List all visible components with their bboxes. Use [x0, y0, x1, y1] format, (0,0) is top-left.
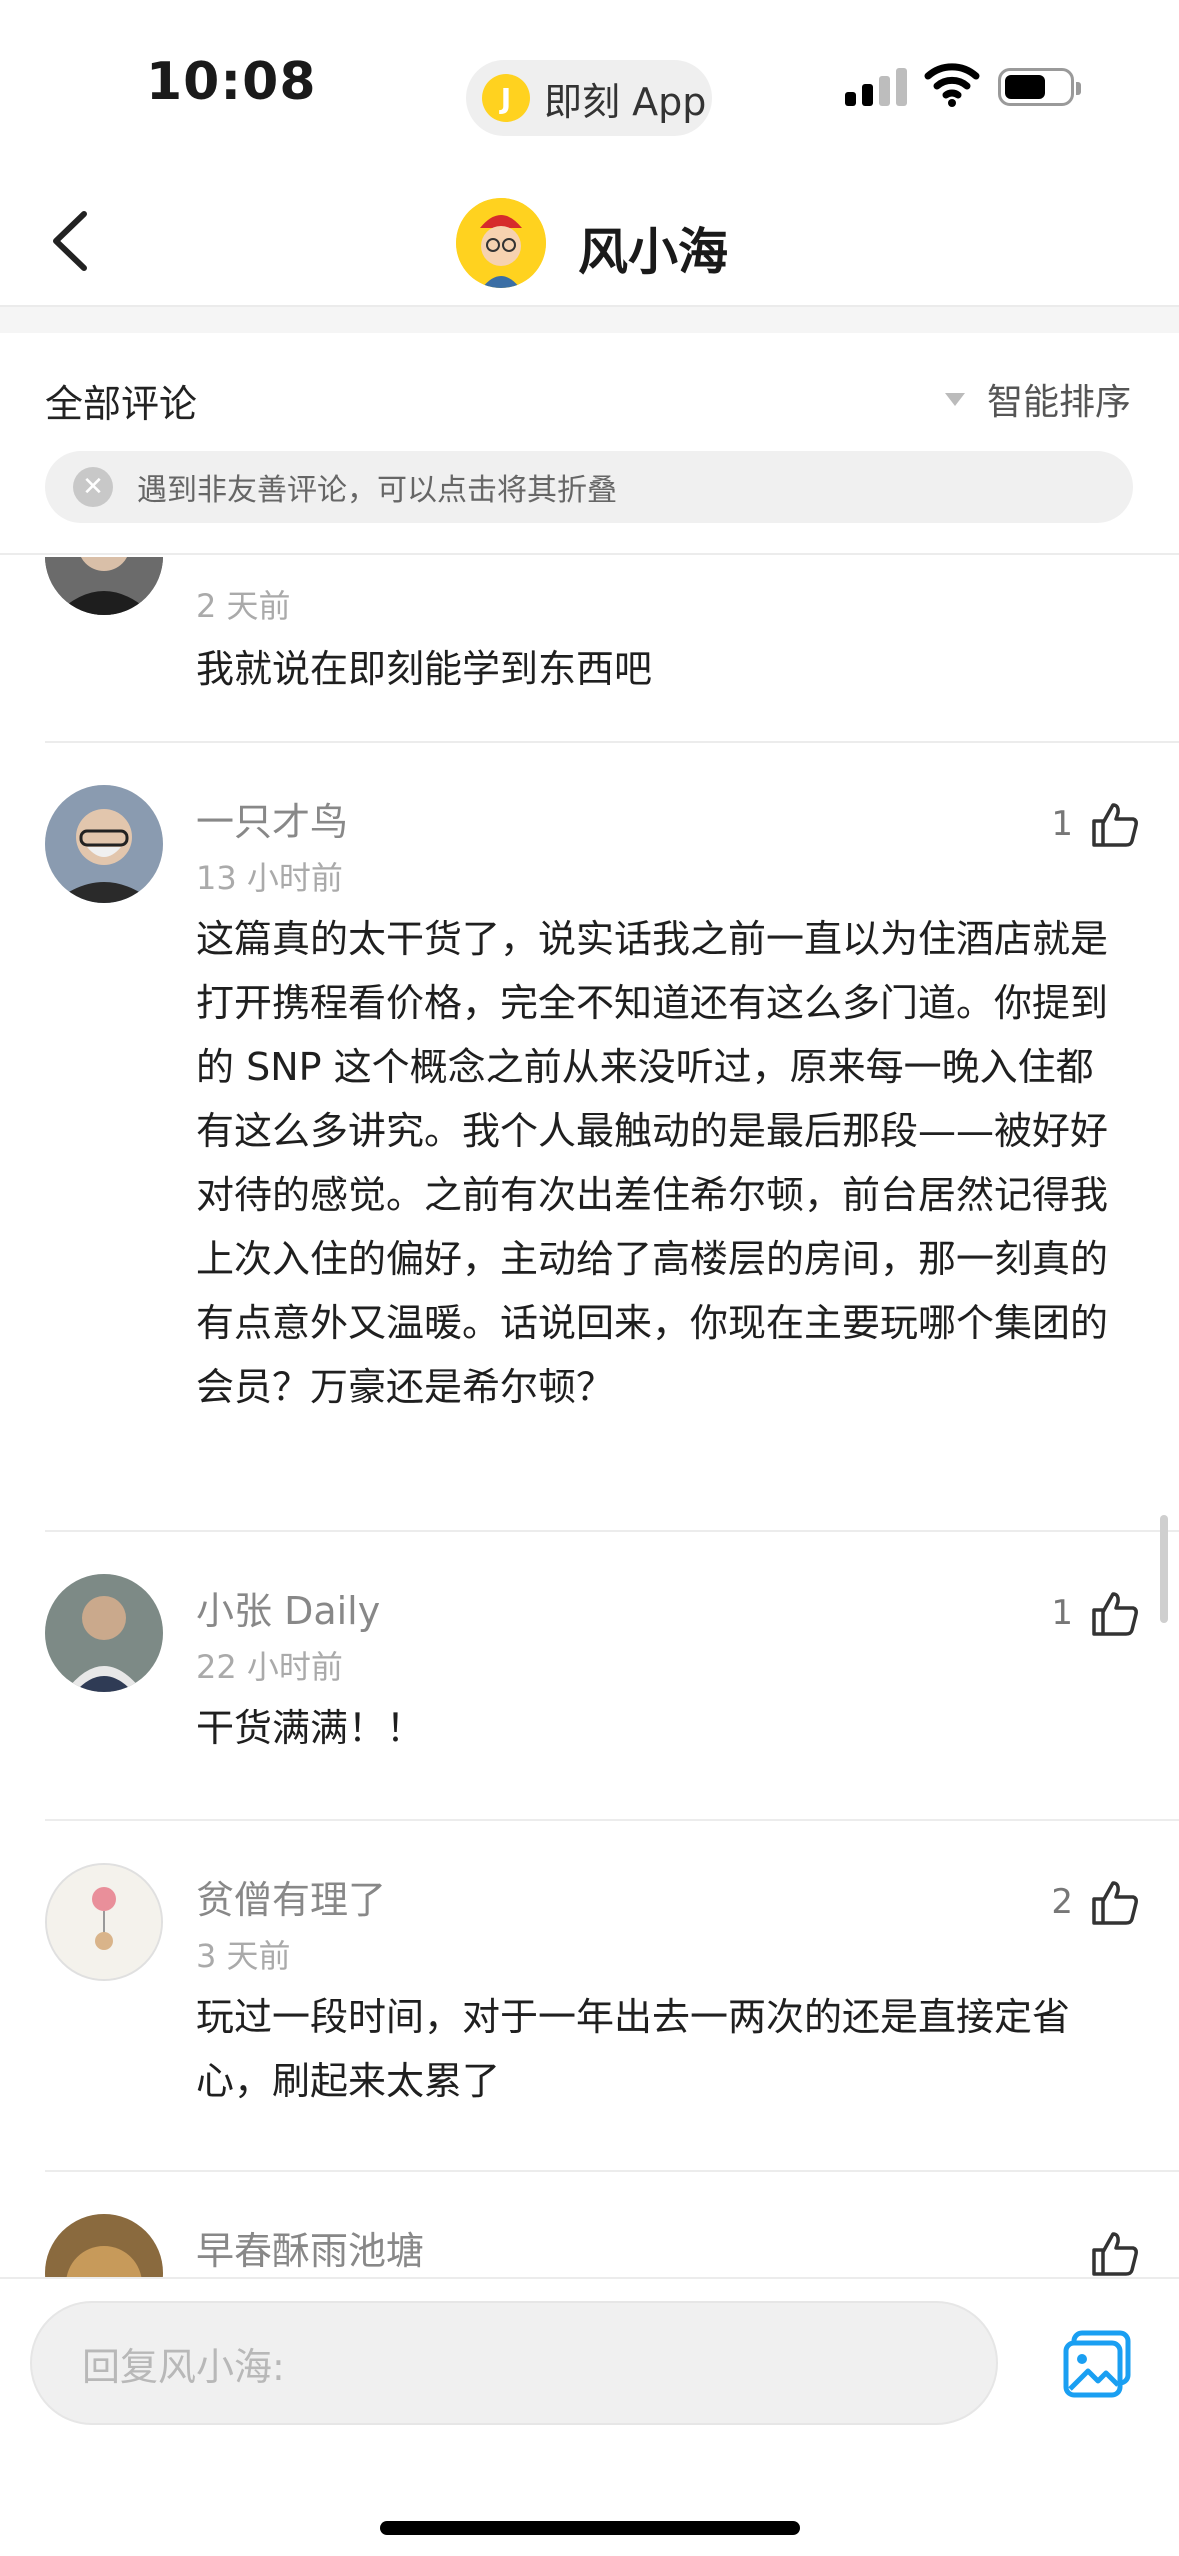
- cellular-signal-icon: [845, 66, 907, 106]
- like-button[interactable]: [1091, 2230, 1139, 2276]
- sort-caret-icon: [944, 392, 965, 406]
- fold-tip-bar[interactable]: ✕ 遇到非友善评论，可以点击将其折叠: [45, 451, 1133, 523]
- commenter-avatar[interactable]: [45, 557, 163, 615]
- like-button[interactable]: 1: [1051, 801, 1139, 847]
- close-circle-icon[interactable]: ✕: [73, 467, 113, 507]
- comment-text[interactable]: 这篇真的太干货了，说实话我之前一直以为住酒店就是打开携程看价格，完全不知道还有这…: [196, 907, 1118, 1419]
- home-indicator[interactable]: [380, 2521, 800, 2535]
- fold-tip-text: 遇到非友善评论，可以点击将其折叠: [137, 473, 617, 508]
- comment-item: 小张 Daily 22 小时前 1 干货满满！！: [0, 1532, 1179, 1792]
- comment-text[interactable]: 玩过一段时间，对于一年出去一两次的还是直接定省心，刷起来太累了: [196, 1985, 1118, 2113]
- comment-time: 22 小时前: [196, 1648, 343, 1686]
- comment-time: 2 天前: [196, 587, 291, 625]
- commenter-avatar[interactable]: [45, 1574, 163, 1692]
- reply-bar: 回复风小海:: [0, 2277, 1179, 2556]
- comment-time: 3 天前: [196, 1937, 291, 1975]
- comment-time: 13 小时前: [196, 859, 343, 897]
- sort-dropdown[interactable]: 智能排序: [944, 373, 1131, 425]
- app-indicator-label: 即刻 App: [544, 79, 707, 124]
- commenter-avatar[interactable]: [45, 785, 163, 903]
- wifi-icon: [924, 63, 980, 107]
- image-picker-icon[interactable]: [1062, 2329, 1132, 2399]
- thumbs-up-icon: [1092, 2232, 1138, 2276]
- nav-header: 风小海: [0, 160, 1179, 310]
- comment-item: 早春酥雨池塘: [0, 2172, 1179, 2277]
- commenter-name[interactable]: 一只才鸟: [196, 791, 348, 846]
- battery-icon: [998, 68, 1081, 106]
- commenter-name[interactable]: 贫僧有理了: [196, 1869, 386, 1924]
- like-button[interactable]: 2: [1051, 1879, 1139, 1925]
- like-count: 2: [1051, 1882, 1073, 1922]
- sort-label: 智能排序: [986, 382, 1131, 423]
- thumbs-up-icon: [1092, 1592, 1138, 1636]
- status-time: 10:08: [146, 52, 317, 112]
- comments-section-title: 全部评论: [45, 382, 198, 426]
- comment-text[interactable]: 我就说在即刻能学到东西吧: [196, 637, 1118, 701]
- app-indicator-pill[interactable]: J 即刻 App: [466, 60, 712, 136]
- like-count: 1: [1051, 804, 1073, 844]
- thumbs-up-icon: [1092, 803, 1138, 847]
- scrollbar-thumb[interactable]: [1160, 1515, 1168, 1623]
- commenter-name[interactable]: 早春酥雨池塘: [196, 2220, 424, 2275]
- comment-list[interactable]: 2 天前 我就说在即刻能学到东西吧 一只才鸟 13 小时前 1 这篇真的太干货了…: [0, 557, 1179, 2277]
- back-chevron-icon[interactable]: [40, 206, 100, 276]
- like-count: 1: [1051, 1593, 1073, 1633]
- like-button[interactable]: 1: [1051, 1590, 1139, 1636]
- commenter-avatar[interactable]: [45, 2214, 163, 2277]
- comments-header: 全部评论 智能排序 ✕ 遇到非友善评论，可以点击将其折叠: [0, 333, 1179, 555]
- reply-input[interactable]: 回复风小海:: [30, 2301, 998, 2425]
- page-title: 风小海: [578, 223, 728, 281]
- status-bar: 10:08 J 即刻 App: [0, 0, 1179, 160]
- thumbs-up-icon: [1092, 1881, 1138, 1925]
- author-avatar[interactable]: [456, 198, 546, 288]
- comment-text[interactable]: 干货满满！！: [196, 1696, 1118, 1760]
- jike-logo-icon: J: [482, 74, 530, 122]
- comment-item: 一只才鸟 13 小时前 1 这篇真的太干货了，说实话我之前一直以为住酒店就是打开…: [0, 743, 1179, 1493]
- commenter-avatar[interactable]: [45, 1863, 163, 1981]
- comment-item: 2 天前 我就说在即刻能学到东西吧: [0, 557, 1179, 697]
- comment-item: 贫僧有理了 3 天前 2 玩过一段时间，对于一年出去一两次的还是直接定省心，刷起…: [0, 1821, 1179, 2161]
- commenter-name[interactable]: 小张 Daily: [196, 1580, 380, 1635]
- section-divider: [0, 305, 1179, 333]
